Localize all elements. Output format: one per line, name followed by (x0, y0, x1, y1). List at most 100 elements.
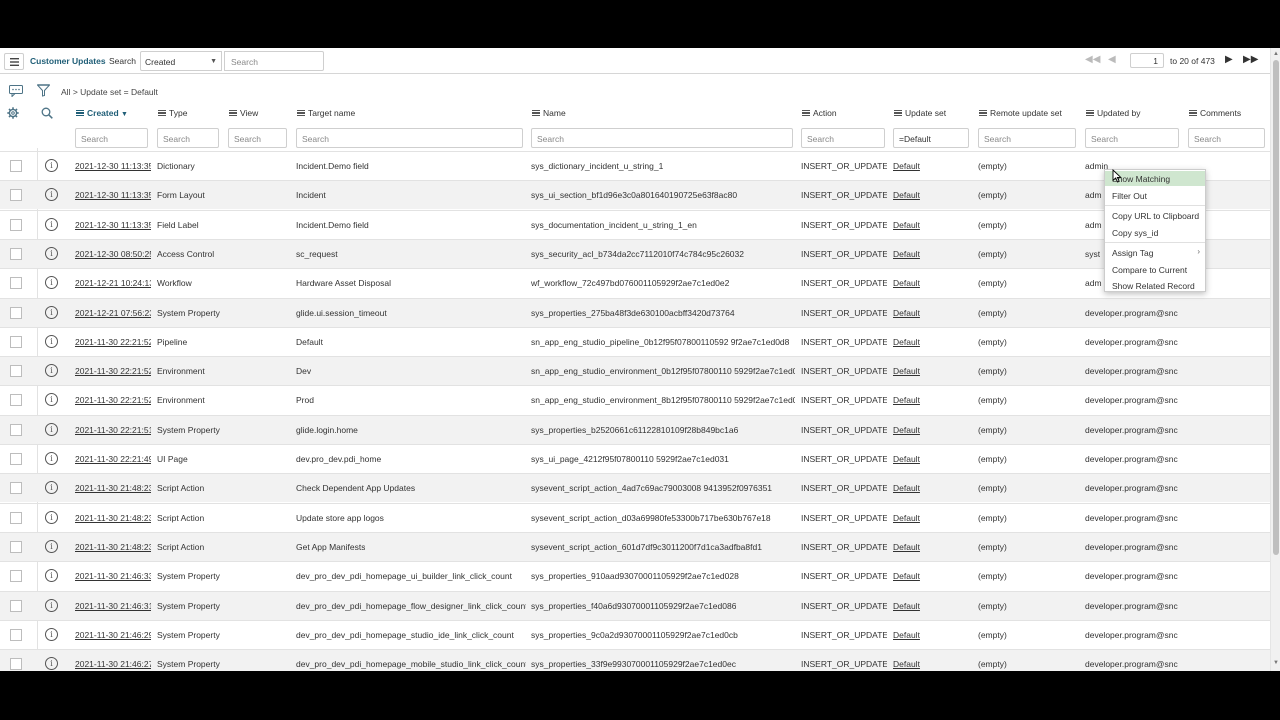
update-set-link[interactable]: Default (893, 366, 920, 376)
update-set-link[interactable]: Default (893, 659, 920, 669)
info-icon[interactable]: i (45, 657, 58, 671)
row-checkbox[interactable] (10, 394, 22, 407)
info-icon[interactable]: i (45, 422, 58, 436)
table-row[interactable]: i 2021-11-30 21:46:33 System Property dev_p… (0, 561, 1270, 590)
filter-input-created[interactable]: Search (75, 128, 148, 148)
search-input[interactable]: Search (224, 51, 324, 71)
row-checkbox[interactable] (10, 218, 22, 231)
filter-input-comments[interactable]: Search (1188, 128, 1265, 148)
created-link[interactable]: 2021-11-30 21:48:23 (75, 483, 151, 493)
search-field-select[interactable]: Created ▼ (140, 51, 222, 71)
info-icon[interactable]: i (45, 217, 58, 231)
row-checkbox[interactable] (10, 365, 22, 378)
menu-item-assign-tag[interactable]: Assign Tag › (1105, 245, 1205, 260)
info-icon[interactable]: i (45, 452, 58, 465)
column-header-action[interactable]: Action (802, 108, 837, 118)
search-icon[interactable] (41, 107, 53, 119)
update-set-link[interactable]: Default (893, 337, 920, 347)
info-icon[interactable]: i (45, 393, 58, 407)
created-link[interactable]: 2021-12-30 11:13:35 (75, 190, 151, 200)
column-header-update-set[interactable]: Update set (894, 108, 946, 118)
update-set-link[interactable]: Default (893, 249, 920, 259)
row-checkbox[interactable] (10, 599, 22, 612)
column-header-view[interactable]: View (229, 108, 258, 118)
column-menu-icon[interactable] (158, 110, 166, 116)
table-row[interactable]: i 2021-12-21 07:56:23 System Property glide… (0, 297, 1270, 327)
column-header-type[interactable]: Type (158, 108, 187, 118)
info-icon[interactable]: i (45, 481, 58, 495)
info-icon[interactable]: i (45, 334, 58, 348)
row-checkbox[interactable] (10, 570, 22, 583)
update-set-link[interactable]: Default (893, 395, 920, 405)
table-row[interactable]: i 2021-11-30 21:48:23 Script Action Check D… (0, 473, 1270, 503)
table-row[interactable]: i 2021-11-30 22:21:52 Pipeline Default sn_ap… (0, 326, 1270, 356)
update-set-link[interactable]: Default (893, 161, 920, 171)
update-set-link[interactable]: Default (893, 542, 920, 552)
table-row[interactable]: i 2021-12-30 11:13:35 Dictionary Incident.D… (0, 151, 1270, 180)
table-row[interactable]: i 2021-11-30 21:46:29 System Property dev_p… (0, 619, 1270, 649)
created-link[interactable]: 2021-11-30 22:21:52 (75, 337, 151, 347)
info-icon[interactable]: i (45, 188, 58, 202)
info-icon[interactable]: i (45, 569, 58, 583)
created-link[interactable]: 2021-11-30 21:48:23 (75, 513, 151, 523)
update-set-link[interactable]: Default (893, 483, 920, 493)
activity-stream-icon[interactable] (9, 85, 24, 97)
table-row[interactable]: i 2021-11-30 22:21:51 System Property glide… (0, 414, 1270, 444)
created-link[interactable]: 2021-12-30 11:13:35 (75, 161, 151, 171)
column-menu-icon[interactable] (1189, 110, 1197, 116)
column-header-target-name[interactable]: Target name (297, 108, 355, 118)
column-menu-icon[interactable] (229, 110, 237, 116)
filter-input-remote-update-set[interactable]: Search (978, 128, 1076, 148)
filter-input-update-set[interactable]: =Default (893, 128, 969, 148)
created-link[interactable]: 2021-11-30 22:21:52 (75, 366, 151, 376)
created-link[interactable]: 2021-11-30 21:46:31 (75, 601, 151, 611)
vertical-scrollbar[interactable]: ▲ ▼ (1270, 48, 1280, 671)
page-number-input[interactable]: 1 (1130, 53, 1164, 68)
column-menu-icon[interactable] (894, 110, 902, 116)
column-header-created[interactable]: Created ▼ (76, 108, 128, 118)
created-link[interactable]: 2021-11-30 21:46:33 (75, 571, 151, 581)
row-checkbox[interactable] (10, 453, 22, 465)
column-menu-icon[interactable] (532, 110, 540, 116)
column-header-updated-by[interactable]: Updated by (1086, 108, 1140, 118)
menu-item-compare-to-current[interactable]: Compare to Current (1105, 262, 1205, 277)
created-link[interactable]: 2021-11-30 22:21:52 (75, 395, 151, 405)
created-link[interactable]: 2021-11-30 21:46:27 (75, 659, 151, 669)
update-set-link[interactable]: Default (893, 513, 920, 523)
info-icon[interactable]: i (45, 598, 58, 612)
info-icon[interactable]: i (45, 305, 58, 319)
info-icon[interactable]: i (45, 627, 58, 641)
table-row[interactable]: i 2021-11-30 22:21:52 Environment Dev sn_app… (0, 356, 1270, 386)
update-set-link[interactable]: Default (893, 571, 920, 581)
column-menu-icon[interactable] (76, 110, 84, 116)
row-checkbox[interactable] (10, 247, 22, 260)
info-icon[interactable]: i (45, 539, 58, 553)
column-menu-icon[interactable] (1086, 110, 1094, 116)
table-row[interactable]: i 2021-11-30 22:21:49 UI Page dev.pro_dev.p… (0, 444, 1270, 473)
created-link[interactable]: 2021-11-30 22:21:49 (75, 454, 151, 464)
row-checkbox[interactable] (10, 306, 22, 319)
row-checkbox[interactable] (10, 628, 22, 641)
created-link[interactable]: 2021-12-30 11:13:35 (75, 220, 151, 230)
scroll-down-icon[interactable]: ▼ (1273, 660, 1279, 666)
table-row[interactable]: i 2021-12-30 08:50:25 Access Control sc_req… (0, 238, 1270, 268)
menu-item-copy-sys-id[interactable]: Copy sys_id (1105, 225, 1205, 240)
table-row[interactable]: i 2021-11-30 21:46:27 System Property dev_p… (0, 649, 1270, 671)
update-set-link[interactable]: Default (893, 630, 920, 640)
column-header-comments[interactable]: Comments (1189, 108, 1241, 118)
prev-page-icon[interactable]: ◀ (1108, 54, 1116, 65)
row-checkbox[interactable] (10, 482, 22, 495)
table-row[interactable]: i 2021-11-30 21:46:31 System Property dev_p… (0, 590, 1270, 620)
created-link[interactable]: 2021-12-30 08:50:25 (75, 249, 151, 259)
list-title[interactable]: Customer Updates (30, 56, 106, 66)
menu-item-filter-out[interactable]: Filter Out (1105, 188, 1205, 203)
next-page-icon[interactable]: ▶ (1225, 54, 1233, 65)
scroll-up-icon[interactable]: ▲ (1273, 51, 1279, 57)
filter-icon[interactable] (37, 84, 50, 97)
last-page-icon[interactable]: ▶▶ (1243, 54, 1258, 65)
created-link[interactable]: 2021-12-21 10:24:13 (75, 278, 151, 288)
filter-input-action[interactable]: Search (801, 128, 885, 148)
list-menu-button[interactable] (4, 53, 24, 70)
filter-input-type[interactable]: Search (157, 128, 219, 148)
scrollbar-thumb[interactable] (1273, 60, 1279, 555)
